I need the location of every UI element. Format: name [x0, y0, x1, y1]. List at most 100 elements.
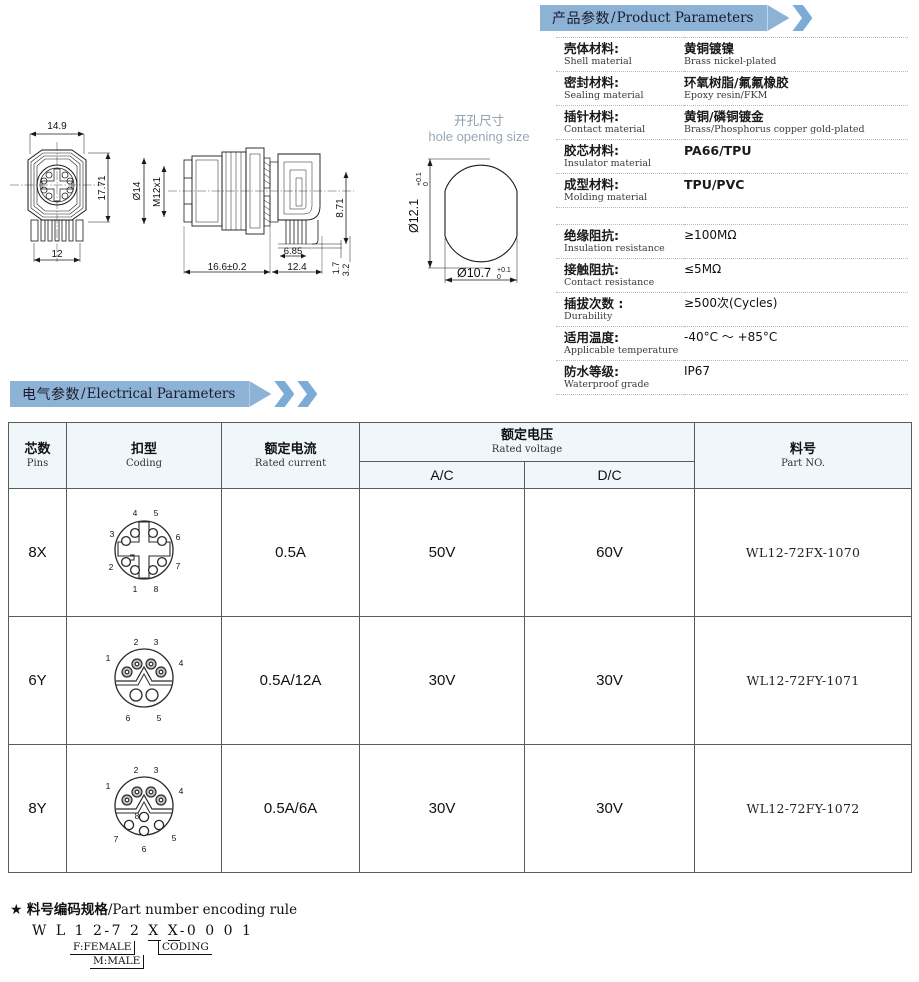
cell-dc-value: 30V	[596, 671, 623, 689]
material-label-en: Contact material	[564, 124, 646, 135]
material-table: 壳体材料: Shell material 黄铜镀镍 Brass nickel-p…	[556, 37, 908, 208]
product-parameters-banner: 产品参数 / Product Parameters	[540, 5, 813, 31]
code-mid	[161, 923, 168, 939]
svg-text:3: 3	[154, 765, 159, 775]
svg-text:3: 3	[154, 637, 159, 647]
spec-value-text: ≤5MΩ	[684, 262, 722, 276]
material-value-cn: TPU/PVC	[684, 177, 745, 192]
spec-value: -40°C ～ +85°C	[684, 327, 908, 361]
cell-coding: 2 3 1 4 6 5	[66, 616, 222, 745]
col-header-current-en: Rated current	[254, 457, 327, 469]
banner-label: 产品参数 / Product Parameters	[540, 5, 768, 31]
spec-value: ≤5MΩ	[684, 259, 908, 293]
table-row: 6Y 2 3 1 4 6 5 0.5A/12A 30V 30V WL12-72F…	[8, 616, 912, 745]
spec-label-en: Durability	[564, 311, 613, 322]
cell-current-value: 0.5A/12A	[259, 671, 322, 689]
star-icon: ★	[10, 902, 23, 918]
material-value-en: Epoxy resin/FKM	[684, 90, 768, 101]
svg-text:5: 5	[154, 508, 159, 518]
material-label-en: Insulator material	[564, 158, 652, 169]
cell-current: 0.5A/6A	[221, 744, 360, 873]
side-view-drawing: Ø14 M12x1 16.6±0.2 12.4 6.85 8.71 1.7 3.…	[128, 112, 386, 297]
dim-cutout-vertical-tol-up: +0.1	[416, 172, 423, 186]
cell-pins: 6Y	[8, 616, 67, 745]
material-label: 成型材料: Molding material	[556, 174, 684, 208]
cell-dc: 30V	[524, 744, 695, 873]
svg-text:3: 3	[110, 529, 115, 539]
col-header-pins-en: Pins	[26, 457, 49, 469]
legend-female: F:FEMALE	[70, 941, 136, 955]
cell-coding: 2 3 1 4 8 7 5 6	[66, 744, 222, 873]
code-suffix: -0 0 0 1	[179, 923, 254, 939]
banner-chevron-icon	[792, 5, 813, 31]
dim-side-length: 16.6±0.2	[208, 262, 247, 273]
svg-text:1: 1	[106, 781, 111, 791]
material-label-cn: 胶芯材料:	[564, 143, 619, 158]
banner-arrow-icon	[249, 381, 272, 407]
banner-label: 电气参数 / Electrical Parameters	[10, 381, 250, 407]
y-coding-8pin-icon: 2 3 1 4 8 7 5 6	[106, 765, 184, 854]
material-label-cn: 壳体材料:	[564, 41, 619, 56]
col-header-voltage-cn: 额定电压	[500, 428, 553, 443]
material-label-en: Shell material	[564, 56, 632, 67]
dim-side-dia: Ø14	[132, 181, 143, 200]
cell-partno: WL12-72FY-1072	[694, 744, 912, 873]
cell-partno-value: WL12-72FX-1070	[745, 544, 861, 560]
spec-label: 绝缘阻抗: Insulation resistance	[556, 225, 684, 259]
datasheet-page: 产品参数 / Product Parameters 壳体材料: Shell ma…	[0, 0, 919, 982]
spec-value-text: IP67	[684, 364, 711, 378]
svg-text:4: 4	[133, 508, 138, 518]
cell-ac-value: 30V	[428, 799, 456, 817]
material-value-en: Brass nickel-plated	[684, 56, 777, 67]
encoding-rule-code: W L 1 2-7 2 X X-0 0 0 1	[32, 923, 430, 941]
material-row: 成型材料: Molding material TPU/PVC	[556, 173, 908, 208]
material-label-cn: 成型材料:	[564, 177, 619, 192]
table-row: 8X 4 5 3 6 2 7 1 8 0.5A 50V 60V WL12-72F…	[8, 488, 912, 617]
spec-row: 插拔次数 : Durability ≥500次(Cycles)	[556, 292, 908, 327]
banner-arrow-icon	[767, 5, 790, 31]
material-row: 壳体材料: Shell material 黄铜镀镍 Brass nickel-p…	[556, 37, 908, 72]
banner-title-sep: /	[81, 386, 86, 402]
code-prefix: W L 1 2-7 2	[32, 923, 149, 939]
svg-text:1: 1	[133, 584, 138, 594]
legend-male: M:MALE	[90, 955, 145, 969]
dim-front-height: 17.71	[97, 175, 108, 200]
svg-text:2: 2	[109, 562, 114, 572]
panel-cutout-title-cn: 开孔尺寸	[453, 113, 504, 128]
material-label: 壳体材料: Shell material	[556, 38, 684, 72]
col-header-coding-en: Coding	[125, 457, 163, 469]
svg-text:6: 6	[126, 713, 131, 723]
x-coding-8pin-icon: 4 5 3 6 2 7 1 8	[109, 508, 181, 594]
spec-label: 接触阻抗: Contact resistance	[556, 259, 684, 293]
col-header-current-cn: 额定电流	[264, 441, 317, 457]
code-gender-slot: X	[148, 923, 161, 941]
cell-dc: 30V	[524, 616, 695, 745]
dim-cutout-horizontal: Ø10.7	[457, 266, 491, 280]
svg-text:1: 1	[106, 653, 111, 663]
cell-current: 0.5A	[221, 488, 360, 617]
cell-current-value: 0.5A	[275, 543, 306, 561]
svg-text:7: 7	[176, 561, 181, 571]
spec-table: 绝缘阻抗: Insulation resistance ≥100MΩ 接触阻抗:…	[556, 224, 908, 395]
panel-cutout-svg: Ø12.1 +0.1 0 Ø10.7 +0.1 0	[407, 158, 518, 283]
encoding-rule-title-en: Part number encoding rule	[112, 902, 298, 918]
svg-text:4: 4	[179, 658, 184, 668]
svg-text:8: 8	[135, 811, 140, 821]
col-header-dc-label: D/C	[597, 467, 622, 483]
spec-label-en: Applicable temperature	[564, 345, 679, 356]
table-gap	[556, 208, 908, 224]
svg-text:4: 4	[179, 786, 184, 796]
banner-title-sep: /	[611, 10, 616, 26]
spec-label-cn: 适用温度:	[564, 330, 619, 345]
cell-current-value: 0.5A/6A	[263, 799, 318, 817]
spec-label-en: Contact resistance	[564, 277, 655, 288]
front-view-drawing: 14.9 17.71 12	[4, 112, 144, 289]
material-label: 密封材料: Sealing material	[556, 72, 684, 106]
table-header-row: 芯数 Pins 扣型 Coding 额定电流 Rated current 额定电…	[8, 422, 912, 489]
material-value: PA66/TPU	[684, 140, 908, 174]
spec-row: 绝缘阻抗: Insulation resistance ≥100MΩ	[556, 224, 908, 259]
product-parameters-table: 壳体材料: Shell material 黄铜镀镍 Brass nickel-p…	[556, 37, 908, 395]
material-value: 环氧树脂/氟氟橡胶 Epoxy resin/FKM	[684, 72, 908, 106]
spec-row: 适用温度: Applicable temperature -40°C ～ +85…	[556, 326, 908, 361]
spec-label-cn: 绝缘阻抗:	[564, 228, 619, 243]
